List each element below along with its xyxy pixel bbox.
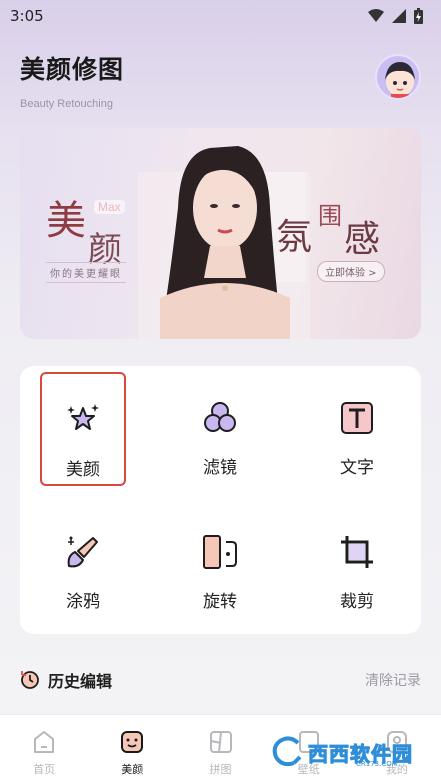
history-header: 历史编辑 [20, 668, 112, 692]
tool-doodle-button[interactable]: 涂鸦 [40, 506, 126, 620]
watermark-url: CR173.COM [356, 760, 398, 768]
tab-label: 拼图 [209, 763, 232, 776]
tool-text-button[interactable]: 文字 [314, 372, 400, 486]
banner-max-tag: Max [94, 200, 125, 214]
home-icon [34, 731, 55, 753]
battery-icon [414, 8, 423, 24]
tool-label: 裁剪 [340, 592, 374, 612]
tool-rotate-button[interactable]: 旋转 [177, 506, 263, 620]
history-section: 历史编辑 清除记录 [20, 668, 421, 692]
face-icon [121, 731, 144, 753]
banner-cta-button[interactable]: 立即体验 > [317, 261, 385, 282]
page-title: 美颜修图 [20, 55, 125, 84]
banner-char-wei: 围 [318, 202, 342, 230]
tool-filter-button[interactable]: 滤镜 [177, 372, 263, 486]
promo-banner[interactable]: 美 Max 颜 你的美更耀眼 氛 围 感 立即体验 > [20, 128, 421, 339]
banner-char-gan: 感 [344, 219, 381, 260]
tab-beauty[interactable]: 美颜 [88, 715, 176, 784]
sparkle-stars-icon [63, 400, 103, 440]
site-watermark: 西西软件园 CR173.COM [270, 730, 420, 774]
tool-crop-button[interactable]: 裁剪 [314, 506, 400, 620]
history-clock-icon [21, 671, 39, 689]
tool-label: 文字 [340, 458, 374, 478]
tool-label: 美颜 [66, 460, 100, 480]
tool-label: 滤镜 [203, 458, 237, 478]
avatar[interactable] [375, 54, 421, 100]
tools-panel: 美颜 滤镜 文字 涂鸦 旋转 裁剪 [20, 366, 421, 634]
tool-beauty-button[interactable]: 美颜 [40, 372, 126, 486]
watermark-logo-icon [272, 736, 302, 767]
filter-circles-icon [200, 398, 240, 438]
text-t-icon [337, 398, 377, 438]
tool-label: 涂鸦 [66, 592, 100, 612]
crop-icon [337, 532, 377, 572]
clear-history-button[interactable]: 清除记录 [365, 670, 421, 690]
status-icons [368, 8, 423, 24]
tab-label: 首页 [33, 763, 56, 776]
history-title: 历史编辑 [48, 672, 113, 691]
cartoon-avatar-icon [385, 62, 415, 98]
tab-label: 美颜 [121, 763, 144, 776]
tab-collage[interactable]: 拼图 [176, 715, 264, 784]
page-subtitle: Beauty Retouching [20, 98, 113, 110]
brush-icon [63, 532, 103, 572]
signal-icon [392, 9, 406, 23]
banner-tagline: 你的美更耀眼 [46, 262, 126, 283]
banner-char-mei: 美 [46, 198, 86, 244]
tab-home[interactable]: 首页 [0, 715, 88, 784]
app-header: 美颜修图 Beauty Retouching [20, 50, 124, 110]
banner-char-fen: 氛 [276, 217, 313, 258]
collage-icon [209, 731, 232, 753]
tool-label: 旋转 [203, 592, 237, 612]
status-bar: 3:05 [0, 0, 441, 32]
wifi-icon [368, 9, 384, 22]
status-time: 3:05 [10, 7, 44, 25]
rotate-icon [200, 532, 240, 572]
